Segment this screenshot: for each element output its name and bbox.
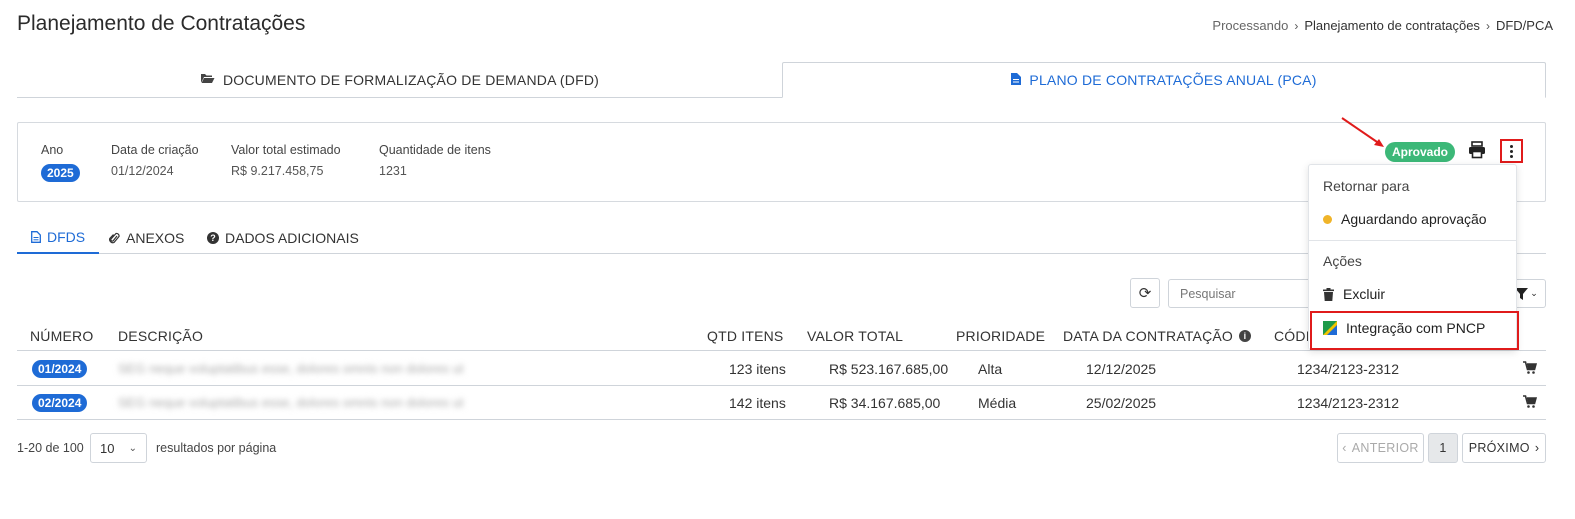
field-valor-total-value: R$ 9.217.458,75 [231, 164, 324, 178]
prioridade-cell: Média [978, 395, 1017, 411]
chevron-down-icon: ⌄ [1530, 288, 1538, 298]
qtd-cell: 142 itens [729, 395, 786, 411]
valor-cell: R$ 34.167.685,00 [829, 395, 941, 411]
year-badge: 2025 [41, 164, 80, 182]
trash-icon [1323, 287, 1334, 301]
col-prioridade[interactable]: PRIORIDADE [956, 328, 1045, 344]
page-title: Planejamento de Contratações [17, 12, 306, 35]
menu-item-excluir-label: Excluir [1343, 286, 1386, 302]
breadcrumb-dfd-pca: DFD/PCA [1495, 18, 1553, 33]
col-descricao[interactable]: DESCRIÇÃO [118, 328, 203, 344]
main-tabs: DOCUMENTO DE FORMALIZAÇÃO DE DEMANDA (DF… [17, 62, 1546, 98]
annotation-arrow-icon [1341, 117, 1384, 147]
menu-item-aguardando-label: Aguardando aprovação [1341, 211, 1487, 227]
tab-dfd-label: DOCUMENTO DE FORMALIZAÇÃO DE DEMANDA (DF… [222, 71, 600, 88]
field-quantidade-label: Quantidade de itens [379, 143, 491, 157]
kebab-dot-icon [1510, 144, 1513, 148]
status-dot-icon [1323, 214, 1332, 224]
page-size-value: 10 [100, 440, 115, 456]
breadcrumb-processando[interactable]: Processando [1212, 18, 1288, 33]
file-icon [1011, 72, 1022, 88]
descricao-cell: SEG neque voluptatibus esse, dolores omn… [118, 361, 464, 376]
col-numero[interactable]: NÚMERO [30, 328, 93, 344]
printer-icon [1469, 141, 1485, 159]
tab-anexos-label: ANEXOS [126, 230, 185, 246]
numero-badge: 02/2024 [32, 394, 88, 412]
pagination-info: 1-20 de 100 [17, 441, 84, 455]
codigo-cell: 1234/2123-2312 [1297, 395, 1399, 411]
info-icon[interactable]: i [1239, 330, 1252, 342]
more-options-button[interactable] [1500, 139, 1523, 163]
tab-dados-adicionais-label: DADOS ADICIONAIS [225, 230, 359, 246]
breadcrumb: Processando › Planejamento de contrataçõ… [1212, 18, 1553, 33]
filter-icon [1515, 287, 1529, 300]
tab-dfds[interactable]: DFDS [17, 222, 100, 254]
field-ano: Ano 2025 [41, 143, 80, 182]
menu-item-excluir[interactable]: Excluir [1323, 286, 1385, 302]
field-data-criacao: Data de criação 01/12/2024 [111, 143, 199, 178]
chevron-right-icon: › [1485, 18, 1490, 33]
search-input[interactable] [1168, 279, 1318, 308]
page-button-current[interactable]: 1 [1428, 433, 1458, 463]
col-valor-total[interactable]: VALOR TOTAL [807, 328, 903, 344]
pncp-highlight-box [1310, 311, 1519, 350]
status-badge: Aprovado [1385, 142, 1456, 162]
next-page-button[interactable]: PRÓXIMO › [1462, 433, 1546, 463]
chevron-right-icon: › [1534, 441, 1540, 455]
col-data-contratacao-label: DATA DA CONTRATAÇÃO [1063, 328, 1234, 344]
descricao-cell: SEG neque voluptatibus esse, dolores omn… [118, 395, 464, 410]
tab-dfd[interactable]: DOCUMENTO DE FORMALIZAÇÃO DE DEMANDA (DF… [17, 62, 782, 98]
col-qtd-itens[interactable]: QTD ITENS [707, 328, 783, 344]
tab-pca[interactable]: PLANO DE CONTRATAÇÕES ANUAL (PCA) [782, 62, 1546, 98]
valor-cell: R$ 523.167.685,00 [829, 361, 949, 377]
field-quantidade-value: 1231 [379, 164, 407, 178]
refresh-icon: ⟳ [1138, 285, 1152, 302]
cart-icon[interactable] [1523, 395, 1537, 409]
prev-page-label: ANTERIOR [1351, 441, 1419, 455]
table-row[interactable]: 01/2024 SEG neque voluptatibus esse, dol… [17, 352, 1546, 386]
next-page-label: PRÓXIMO [1468, 441, 1530, 455]
col-codigo[interactable]: CÓDI [1274, 328, 1310, 344]
chevron-right-icon: › [1294, 18, 1299, 33]
data-cell: 12/12/2025 [1086, 361, 1157, 377]
codigo-cell: 1234/2123-2312 [1297, 361, 1399, 377]
field-data-criacao-label: Data de criação [111, 143, 199, 157]
menu-item-aguardando-aprovacao[interactable]: Aguardando aprovação [1323, 211, 1487, 227]
prioridade-cell: Alta [978, 361, 1003, 377]
field-ano-label: Ano [41, 143, 64, 157]
field-quantidade: Quantidade de itens 1231 [379, 143, 491, 178]
menu-section-return: Retornar para [1323, 178, 1410, 194]
chevron-left-icon: ‹ [1342, 441, 1347, 455]
tab-dfds-label: DFDS [47, 229, 86, 245]
question-circle-icon: ? [207, 232, 219, 244]
print-button[interactable] [1468, 141, 1488, 161]
refresh-button[interactable]: ⟳ [1130, 278, 1160, 308]
tab-anexos[interactable]: ANEXOS [109, 222, 184, 254]
file-outline-icon [31, 231, 41, 243]
data-cell: 25/02/2025 [1086, 395, 1157, 411]
field-valor-total-label: Valor total estimado [231, 143, 341, 157]
tab-dados-adicionais[interactable]: ? DADOS ADICIONAIS [207, 222, 359, 254]
folder-open-icon [200, 72, 215, 87]
col-data-contratacao[interactable]: DATA DA CONTRATAÇÃO i [1063, 328, 1252, 344]
chevron-down-icon: ⌄ [128, 442, 137, 454]
menu-divider [1309, 240, 1516, 241]
menu-section-actions: Ações [1323, 253, 1362, 269]
prev-page-button[interactable]: ‹ ANTERIOR [1337, 433, 1424, 463]
table-row[interactable]: 02/2024 SEG neque voluptatibus esse, dol… [17, 386, 1546, 420]
tab-pca-label: PLANO DE CONTRATAÇÕES ANUAL (PCA) [1029, 72, 1317, 88]
paperclip-icon [109, 232, 120, 243]
breadcrumb-planejamento[interactable]: Planejamento de contratações [1304, 18, 1480, 33]
cart-icon[interactable] [1523, 361, 1537, 375]
per-page-label: resultados por página [156, 441, 277, 455]
field-valor-total: Valor total estimado R$ 9.217.458,75 [231, 143, 341, 178]
page-size-select[interactable]: 10 ⌄ [90, 433, 147, 463]
field-data-criacao-value: 01/12/2024 [111, 164, 174, 178]
qtd-cell: 123 itens [729, 361, 786, 377]
numero-badge: 01/2024 [32, 360, 88, 378]
